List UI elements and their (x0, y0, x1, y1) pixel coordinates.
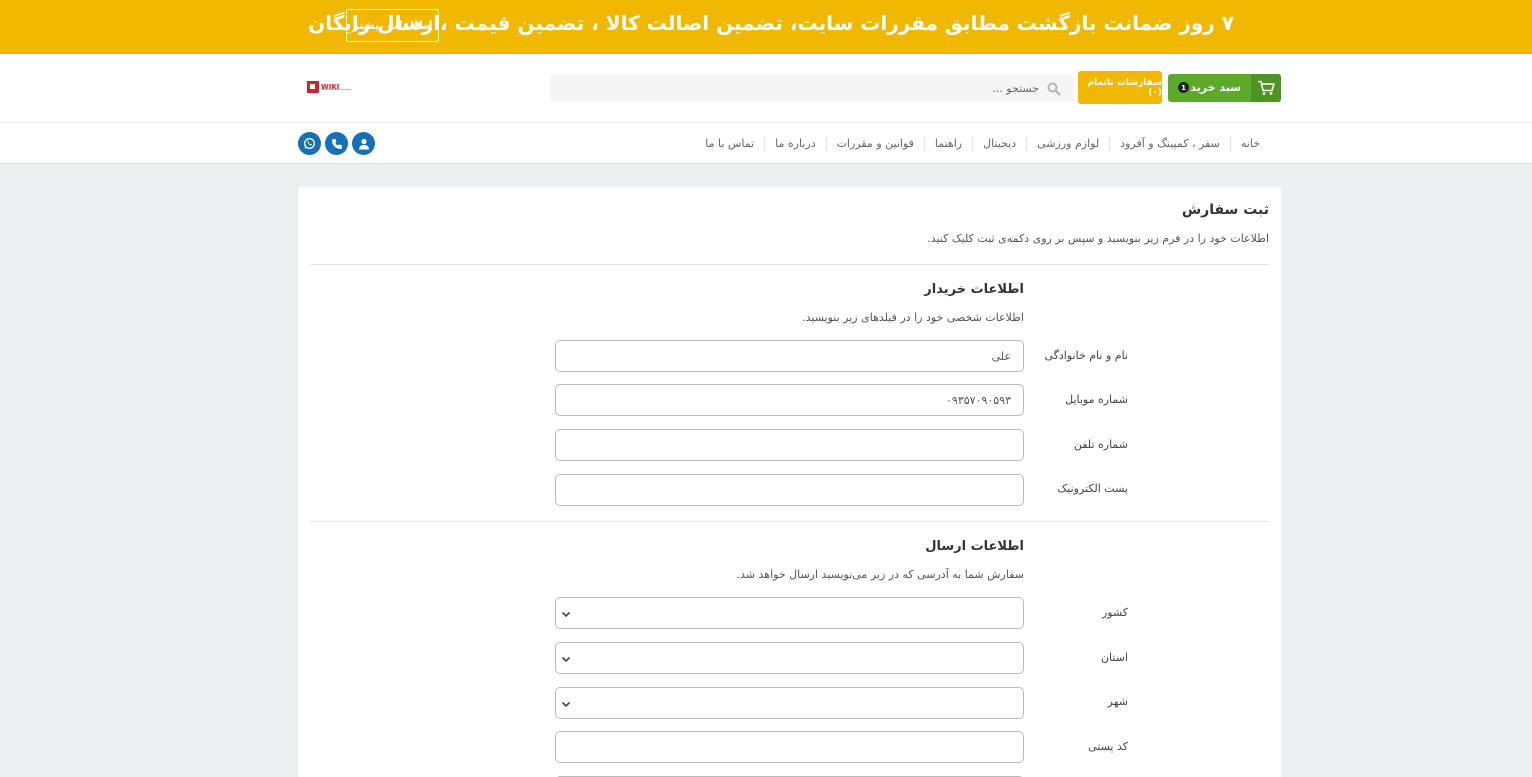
country-select[interactable] (555, 597, 1024, 629)
divider (310, 264, 1270, 265)
nav-item-guide[interactable]: راهنما (923, 136, 972, 151)
city-select[interactable] (555, 687, 1024, 719)
chevron-down-icon (561, 701, 571, 708)
nav-item-about[interactable]: درباره ما (764, 136, 825, 151)
city-label: شهر (1107, 695, 1128, 708)
shipping-section-description: سفارش شما به آدرسی که در زیر می‌نویسید ا… (736, 568, 1024, 581)
phone-field[interactable] (555, 429, 1024, 461)
shipping-section-title: اطلاعات ارسال (925, 539, 1024, 554)
user-icon[interactable] (352, 132, 375, 155)
main-nav: خانه سفر ، کمپینگ و آفرود لوازم ورزشی دی… (0, 122, 1532, 164)
nav-item-home[interactable]: خانه (1229, 136, 1270, 151)
phone-label: شماره تلفن (1073, 438, 1128, 451)
mobile-field[interactable] (555, 384, 1024, 416)
buyer-section-title: اطلاعات خریدار (924, 282, 1024, 297)
cart-label: سبد خرید (1190, 81, 1241, 94)
nav-item-rules[interactable]: قوانین و مقررات (825, 136, 924, 151)
nav-item-sports[interactable]: لوازم ورزشی (1026, 136, 1109, 151)
search-icon[interactable] (1047, 81, 1061, 96)
postal-code-field[interactable] (555, 731, 1024, 763)
email-label: پست الکترونیک (1057, 482, 1128, 495)
whatsapp-icon[interactable] (298, 132, 321, 155)
mobile-label: شماره موبایل (1065, 393, 1128, 406)
cart-icon (1251, 74, 1281, 102)
buyer-section-description: اطلاعات شخصی خود را در فیلدهای زیر بنویس… (802, 311, 1024, 324)
country-label: کشور (1101, 606, 1128, 619)
search-box (550, 74, 1073, 102)
chevron-down-icon (561, 611, 571, 618)
incomplete-orders-button[interactable]: سفارشات ناتمام (۰) (1078, 71, 1162, 104)
chevron-down-icon (561, 656, 571, 663)
full-name-field[interactable] (555, 340, 1024, 372)
order-form-card: ثبت سفارش اطلاعات خود را در فرم زیر بنوی… (298, 187, 1281, 777)
cart-count-badge: 1 (1178, 82, 1189, 93)
more-info-button[interactable]: اطلاعات بیشتر (346, 9, 439, 42)
email-field[interactable] (555, 474, 1024, 506)
top-banner: ۷ روز ضمانت بازگشت مطابق مقررات سایت، تض… (0, 0, 1532, 54)
divider (310, 521, 1270, 522)
page-title: ثبت سفارش (1181, 202, 1269, 218)
nav-item-travel[interactable]: سفر ، کمپینگ و آفرود (1109, 136, 1230, 151)
nav-menu: خانه سفر ، کمپینگ و آفرود لوازم ورزشی دی… (695, 123, 1270, 164)
province-select[interactable] (555, 642, 1024, 674)
search-input[interactable] (559, 74, 1039, 102)
page-description: اطلاعات خود را در فرم زیر بنویسید و سپس … (927, 232, 1269, 245)
nav-item-digital[interactable]: دیجیتال (972, 136, 1026, 151)
nav-item-contact[interactable]: تماس با ما (695, 137, 764, 151)
banner-text: ۷ روز ضمانت بازگشت مطابق مقررات سایت، تض… (308, 11, 1234, 35)
social-links (298, 132, 375, 155)
full-name-label: نام و نام خانوادگی (1044, 349, 1128, 362)
site-header: WIKI سفارشات ناتمام (۰) سبد خرید 1 (0, 54, 1532, 122)
province-label: استان (1100, 651, 1128, 664)
logo-mark (307, 81, 319, 93)
phone-icon[interactable] (325, 132, 348, 155)
postal-code-label: کد پستی (1088, 740, 1128, 753)
site-logo[interactable]: WIKI (307, 76, 351, 98)
cart-button[interactable]: سبد خرید 1 (1168, 74, 1281, 102)
